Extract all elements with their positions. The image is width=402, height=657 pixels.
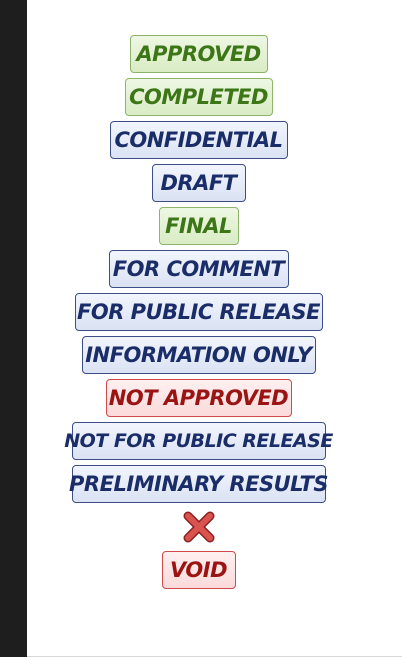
stamp-preliminary-results[interactable]: PRELIMINARY RESULTS (69, 465, 328, 503)
stamp-completed[interactable]: COMPLETED (124, 78, 273, 116)
left-dark-panel (0, 0, 27, 657)
stamp-for-comment[interactable]: FOR COMMENT (108, 250, 289, 288)
stamp-information-only[interactable]: INFORMATION ONLY (81, 336, 316, 374)
x-mark-icon[interactable] (180, 508, 218, 546)
stamp-approved[interactable]: APPROVED (129, 35, 268, 73)
stamp-not-approved[interactable]: NOT APPROVED (105, 379, 292, 417)
stamp-final[interactable]: FINAL (158, 207, 239, 245)
stamp-draft[interactable]: DRAFT (151, 164, 246, 202)
stamp-list: APPROVED COMPLETED CONFIDENTIAL DRAFT FI… (27, 35, 370, 594)
stamp-not-for-public-release[interactable]: NOT FOR PUBLIC RELEASE (64, 422, 333, 460)
stamp-for-public-release[interactable]: FOR PUBLIC RELEASE (74, 293, 323, 331)
stamp-confidential[interactable]: CONFIDENTIAL (109, 121, 288, 159)
stamp-void[interactable]: VOID (161, 551, 236, 589)
